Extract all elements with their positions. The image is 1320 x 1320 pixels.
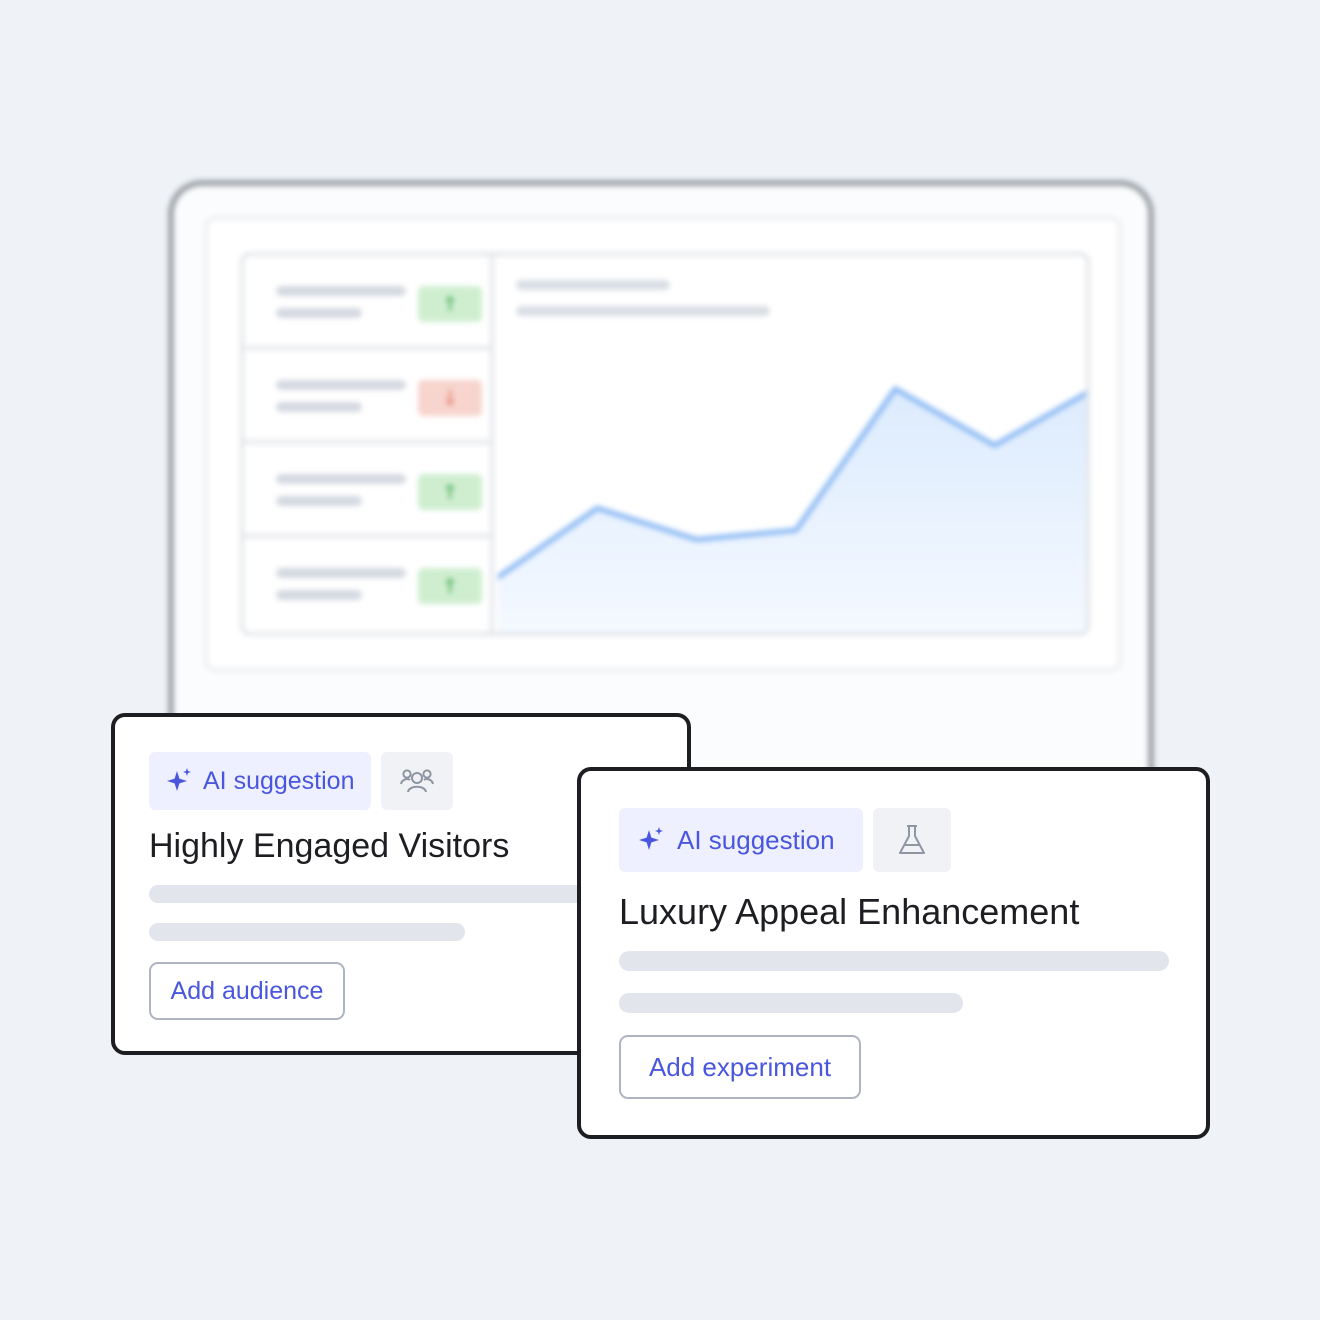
sparkle-icon xyxy=(639,827,663,850)
arrow-down-icon: ↓ xyxy=(441,386,459,410)
add-audience-button[interactable]: Add audience xyxy=(149,962,345,1020)
sparkle-icon xyxy=(167,768,191,791)
arrow-up-icon: ↑ xyxy=(441,574,459,598)
ai-suggestion-chip: AI suggestion xyxy=(619,808,863,872)
metric-row-line xyxy=(276,590,362,600)
ai-suggestion-label: AI suggestion xyxy=(203,766,355,795)
description-placeholder xyxy=(149,885,589,903)
description-placeholder xyxy=(149,923,465,941)
add-experiment-button[interactable]: Add experiment xyxy=(619,1035,861,1099)
ai-suggestion-label: AI suggestion xyxy=(677,824,835,855)
experiment-suggestion-card: AI suggestion Luxury Appeal Enhancement … xyxy=(577,767,1210,1139)
metrics-list: ↑ ↓ ↑ ↑ xyxy=(244,256,494,632)
metric-row: ↑ xyxy=(244,538,490,632)
metric-row: ↓ xyxy=(244,350,490,444)
arrow-up-icon: ↑ xyxy=(441,480,459,504)
trend-badge: ↓ xyxy=(418,380,482,416)
metric-row-line xyxy=(276,402,362,412)
description-placeholder xyxy=(619,993,963,1013)
metric-row-line xyxy=(276,496,362,506)
experiment-type-chip xyxy=(873,808,951,872)
flask-icon xyxy=(899,825,925,854)
trend-chart xyxy=(498,256,1086,632)
area-chart xyxy=(498,386,1086,632)
device-screen: ↑ ↓ ↑ ↑ xyxy=(204,216,1122,672)
metric-row: ↑ xyxy=(244,444,490,538)
trend-badge: ↑ xyxy=(418,474,482,510)
trend-badge: ↑ xyxy=(418,568,482,604)
users-icon xyxy=(400,769,434,793)
metric-row: ↑ xyxy=(244,256,490,350)
arrow-up-icon: ↑ xyxy=(441,292,459,316)
metric-row-line xyxy=(276,286,406,296)
card-title: Highly Engaged Visitors xyxy=(149,827,510,865)
metric-row-line xyxy=(276,568,406,578)
description-placeholder xyxy=(619,951,1169,971)
metric-row-line xyxy=(276,474,406,484)
trend-badge: ↑ xyxy=(418,286,482,322)
audience-type-chip xyxy=(381,752,453,810)
metric-row-line xyxy=(276,308,362,318)
dashboard-panel: ↑ ↓ ↑ ↑ xyxy=(240,252,1090,636)
metric-row-line xyxy=(276,380,406,390)
card-title: Luxury Appeal Enhancement xyxy=(619,891,1080,932)
ai-suggestion-chip: AI suggestion xyxy=(149,752,371,810)
